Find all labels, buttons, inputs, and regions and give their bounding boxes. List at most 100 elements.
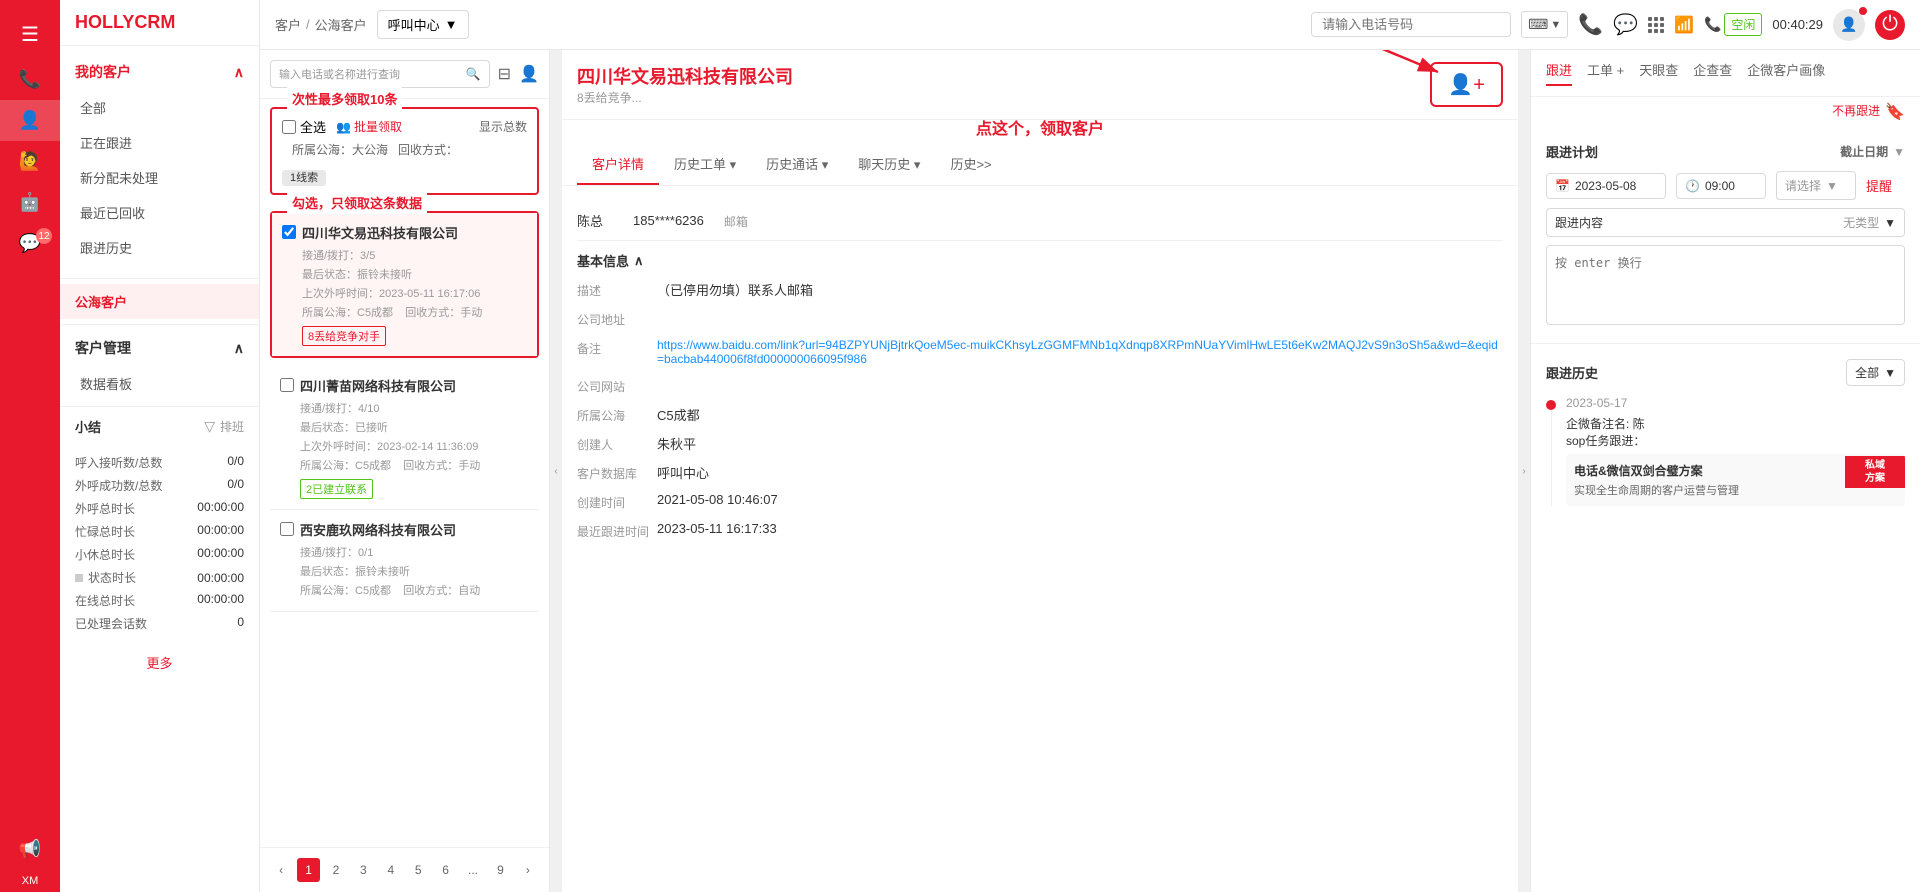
message-icon[interactable]: 💬 (1613, 12, 1638, 37)
person-add-icon[interactable]: 👤 (519, 64, 539, 84)
ranking-btn[interactable]: 排班 (220, 418, 244, 435)
date-filter-chevron[interactable]: ▼ (1893, 145, 1905, 159)
my-customers-title[interactable]: 我的客户 ∧ (60, 54, 259, 90)
history-card-0: 电话&微信双剑合璧方案 实现全生命周期的客户运营与管理 私域方案 (1566, 454, 1905, 506)
filter-icon[interactable]: ▽ (204, 418, 215, 435)
nav-following[interactable]: 正在跟进 (60, 125, 259, 160)
right-tab-work-order[interactable]: 工单 + (1587, 60, 1624, 86)
bookmark-icon[interactable]: 🔖 (1885, 102, 1905, 122)
history-title: 跟进历史 (1546, 363, 1598, 382)
follow-type-label: 跟进内容 (1555, 214, 1603, 231)
stat-row-0: 呼入接听数/总数 0/0 (75, 451, 244, 474)
page-4[interactable]: 4 (380, 858, 402, 882)
collapse-right-panel[interactable]: › (1518, 50, 1530, 892)
follow-date-input[interactable]: 📅 2023-05-08 (1546, 173, 1666, 199)
time-display: 00:40:29 (1772, 17, 1823, 32)
select-all-annotation-box: 次性最多领取10条 全选 👥 批量领取 显示总数 所属公海：大公海 回收方式 (270, 107, 539, 195)
search-icon[interactable]: 🔍 (466, 67, 481, 81)
hamburger-menu-icon[interactable]: ☰ (0, 10, 60, 59)
info-row-creator: 创建人 朱秋平 (577, 434, 1503, 453)
page-next[interactable]: › (517, 858, 539, 882)
breadcrumb-public[interactable]: 公海客户 (315, 15, 367, 34)
nav-speaker-icon[interactable]: 📢 (0, 829, 60, 870)
customer-item-1-last-status: 最后状态：振铃未接听 (282, 266, 527, 282)
follow-remind-select[interactable]: 请选择 ▼ (1776, 171, 1856, 200)
info-row-last-follow: 最近跟进时间 2023-05-11 16:17:33 (577, 521, 1503, 540)
follow-type-select[interactable]: 跟进内容 无类型 ▼ (1546, 208, 1905, 237)
follow-plan-title: 跟进计划 截止日期 ▼ (1546, 142, 1905, 161)
customer-search-box[interactable]: 输入电话或名称进行查询 🔍 (270, 60, 490, 88)
customer-item-2[interactable]: 四川菁苗网络科技有限公司 接通/拨打：4/10 最后状态：已接听 上次外呼时间：… (270, 366, 539, 510)
nav-self-icon[interactable]: 🙋 (0, 141, 60, 182)
tab-history-orders[interactable]: 历史工单 ▾ (659, 144, 751, 185)
page-ellipsis: ... (462, 858, 484, 882)
tab-history-calls[interactable]: 历史通话 ▾ (751, 144, 843, 185)
customer-item-1[interactable]: 四川华文易迅科技有限公司 接通/拨打：3/5 最后状态：振铃未接听 上次外呼时间… (272, 213, 537, 356)
detail-panel: 四川华文易迅科技有限公司 8丢给竞争... 跟进 (562, 50, 1518, 892)
right-panel: 跟进 工单 + 天眼查 企查查 企微客户画像 不再跟进 🔖 跟进计划 截止日期 … (1530, 50, 1920, 892)
nav-all[interactable]: 全部 (60, 90, 259, 125)
follow-textarea[interactable] (1546, 245, 1905, 325)
more-btn[interactable]: 更多 (60, 645, 259, 680)
phone-input[interactable] (1322, 17, 1500, 32)
page-6[interactable]: 6 (434, 858, 456, 882)
phone-input-wrap (1311, 12, 1511, 37)
customer-item-1-call-time: 上次外呼时间：2023-05-11 16:17:06 (282, 285, 527, 301)
customer-item-3-checkbox[interactable] (280, 522, 294, 536)
phone-call-icon[interactable]: 📞 (1578, 12, 1603, 37)
page-3[interactable]: 3 (352, 858, 374, 882)
filter-funnel-icon[interactable]: ⊟ (498, 64, 511, 84)
nav-public-customers[interactable]: 公海客户 (60, 284, 259, 319)
remind-btn[interactable]: 提醒 (1866, 176, 1892, 195)
nav-recently-returned[interactable]: 最近已回收 (60, 195, 259, 230)
show-total-btn[interactable]: 显示总数 (479, 118, 527, 135)
nav-phone-icon[interactable]: 📞 (0, 59, 60, 100)
call-center-dropdown[interactable]: 呼叫中心 ▼ (377, 10, 469, 39)
right-tab-follow[interactable]: 跟进 (1546, 60, 1572, 86)
nav-robot-icon[interactable]: 🤖 (0, 182, 60, 223)
select-all-checkbox[interactable] (282, 120, 296, 134)
breadcrumb-customers[interactable]: 客户 (275, 15, 301, 34)
tab-customer-detail[interactable]: 客户详情 (577, 144, 659, 185)
history-content-0: 2023-05-17 企微备注名: 陈 sop任务跟进： 电话&微信双剑合璧方案… (1566, 396, 1905, 506)
keypad-dropdown-icon[interactable]: ⌨ ▼ (1521, 11, 1568, 38)
page-1[interactable]: 1 (297, 858, 319, 882)
remarks-link[interactable]: https://www.baidu.com/link?url=94BZPYUNj… (657, 338, 1503, 366)
customer-item-3[interactable]: 西安鹿玖网络科技有限公司 接通/拨打：0/1 最后状态：振铃未接听 所属公海：C… (270, 510, 539, 612)
expand-icon[interactable]: ∧ (634, 253, 644, 269)
user-avatar[interactable]: 👤 (1833, 9, 1865, 41)
power-icon[interactable]: ⏻ (1875, 10, 1905, 40)
stat-row-3: 忙碌总时长 00:00:00 (75, 520, 244, 543)
nav-new-assigned[interactable]: 新分配未处理 (60, 160, 259, 195)
nav-chat-icon[interactable]: 💬 12 (0, 223, 60, 264)
nav-follow-history[interactable]: 跟进历史 (60, 230, 259, 265)
annotation-text-1: 次性最多领取10条 (287, 87, 402, 110)
follow-time-input[interactable]: 🕐 09:00 (1676, 173, 1766, 199)
batch-claim-btn[interactable]: 👥 批量领取 (336, 118, 402, 135)
remind-select-placeholder: 请选择 (1785, 177, 1821, 194)
collapse-left-panel[interactable]: ‹ (550, 50, 562, 892)
customer-mgmt-title[interactable]: 客户管理 ∧ (60, 330, 259, 366)
nav-person-icon[interactable]: 👤 (0, 100, 60, 141)
public-sea-filter: 所属公海：大公海 (292, 141, 388, 158)
tab-chat-history[interactable]: 聊天历史 ▾ (843, 144, 935, 185)
page-9[interactable]: 9 (489, 858, 511, 882)
right-tab-wechat-portrait[interactable]: 企微客户画像 (1747, 60, 1825, 86)
select-all-checkbox-wrap[interactable]: 全选 (282, 117, 326, 136)
tab-history-more[interactable]: 历史>> (935, 144, 1006, 185)
stat-row-status: 状态时长 00:00:00 (75, 569, 244, 586)
nav-data-dashboard[interactable]: 数据看板 (60, 366, 259, 401)
customer-item-1-checkbox[interactable] (282, 225, 296, 239)
history-filter-dropdown[interactable]: 全部 ▼ (1846, 359, 1905, 386)
no-follow-btn[interactable]: 不再跟进 (1832, 102, 1880, 122)
customer-item-2-checkbox[interactable] (280, 378, 294, 392)
page-prev[interactable]: ‹ (270, 858, 292, 882)
customer-list-panel: 输入电话或名称进行查询 🔍 ⊟ 👤 次性最多领取10条 全选 👥 批量领取 (260, 50, 550, 892)
right-tab-qichacha[interactable]: 企查查 (1693, 60, 1732, 86)
right-tab-tianyan[interactable]: 天眼查 (1639, 60, 1678, 86)
page-5[interactable]: 5 (407, 858, 429, 882)
customer-item-1-annotation-box: 勾选，只领取这条数据 四川华文易迅科技有限公司 接通/拨打：3/5 最后状态：振… (270, 211, 539, 358)
page-2[interactable]: 2 (325, 858, 347, 882)
grid-apps-icon[interactable] (1648, 17, 1664, 33)
content-area: 输入电话或名称进行查询 🔍 ⊟ 👤 次性最多领取10条 全选 👥 批量领取 (260, 50, 1920, 892)
